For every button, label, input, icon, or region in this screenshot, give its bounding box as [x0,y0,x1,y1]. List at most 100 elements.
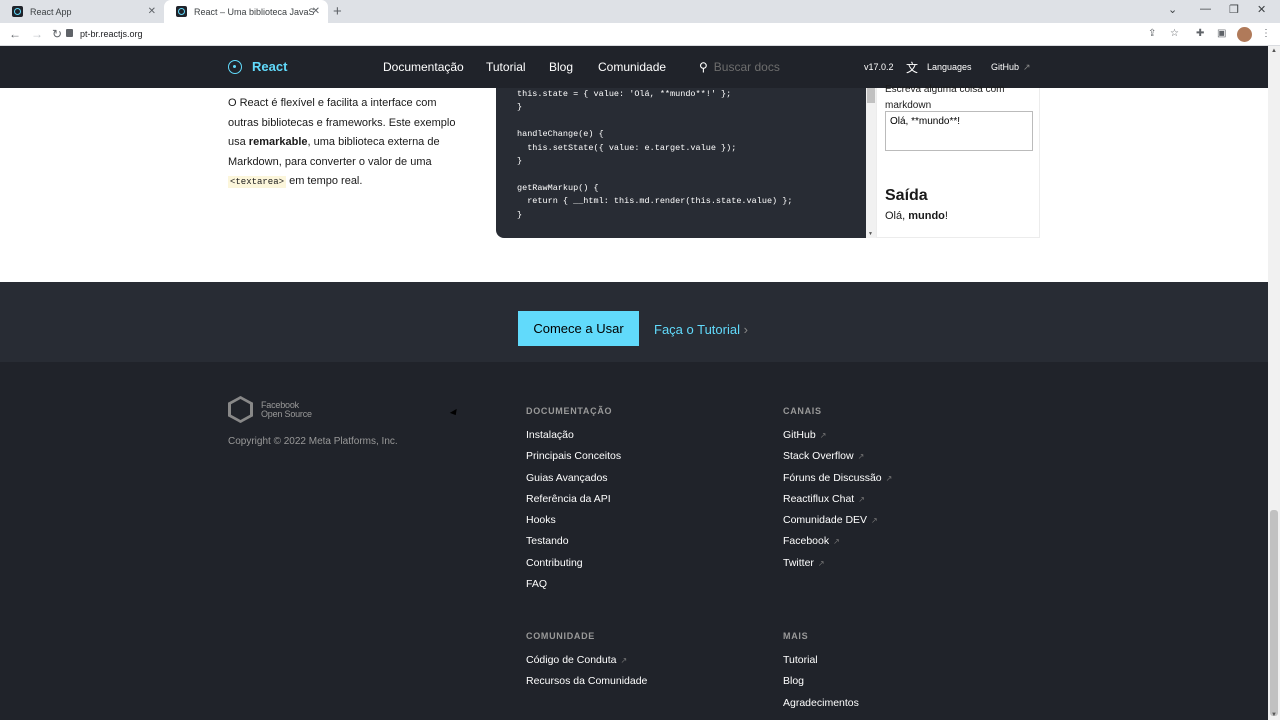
footer-link[interactable]: FAQ [526,574,621,595]
footer-list-mais: Tutorial Blog Agradecimentos [783,650,859,714]
tab-search-icon[interactable]: ⌄ [1168,3,1177,16]
footer-link[interactable]: Fóruns de Discussão ↗ [783,468,892,489]
browser-tab-react-app[interactable]: React App ✕ [0,0,164,23]
minimize-icon[interactable]: — [1200,3,1211,15]
lock-icon [66,29,73,37]
footer-link[interactable]: Stack Overflow ↗ [783,446,892,467]
react-favicon-icon [12,6,23,17]
footer-link[interactable]: Testando [526,531,621,552]
extensions-icon[interactable]: ✚ [1196,28,1204,39]
side-panel-icon[interactable]: ▣ [1217,28,1226,39]
footer-list-comunidade: Código de Conduta ↗ Recursos da Comunidade [526,650,647,693]
nav-blog[interactable]: Blog [549,60,573,74]
external-link-icon: ↗ [857,452,865,462]
desc-text: em tempo real. [286,175,363,187]
code-block[interactable]: this.state = { value: 'Olá, **mundo**!' … [496,88,868,222]
footer-link[interactable]: Recursos da Comunidade [526,671,647,692]
footer-heading-canais: CANAIS [783,406,822,416]
footer-link[interactable]: Instalação [526,425,621,446]
footer-heading-mais: MAIS [783,631,809,641]
external-link-icon: ↗ [819,431,827,440]
copyright: Copyright © 2022 Meta Platforms, Inc. [228,436,398,447]
markdown-input[interactable] [885,111,1033,151]
example-description: O React é flexível e facilita a interfac… [228,94,468,193]
footer-link[interactable]: GitHub ↗ [783,425,892,446]
close-icon[interactable]: ✕ [148,6,156,17]
version-link[interactable]: v17.0.2 [864,62,894,72]
footer-link[interactable]: Código de Conduta ↗ [526,650,647,671]
facebook-open-source-logo[interactable]: Facebook Open Source [228,396,312,423]
footer-link[interactable]: Referência da API [526,489,621,510]
tutorial-link[interactable]: Faça o Tutorial › [654,322,748,337]
external-link-icon: ↗ [817,558,825,568]
footer-link-label: Contributing [526,556,583,569]
url-field[interactable]: pt-br.reactjs.org [80,29,143,39]
output-end: ! [944,210,948,222]
code-scrollbar[interactable]: ▼ [866,88,876,238]
nav-documentacao[interactable]: Documentação [383,60,464,74]
translate-icon: 文 [906,61,919,75]
nav-comunidade[interactable]: Comunidade [598,60,666,74]
output-bold: mundo [908,210,945,222]
back-icon[interactable]: ← [9,27,21,41]
footer-link[interactable]: Facebook ↗ [783,531,892,552]
restore-icon[interactable]: ❐ [1229,3,1239,16]
external-link-icon: ↗ [871,516,878,526]
search-input[interactable]: ⚲ Buscar docs [699,60,780,74]
site-header: React Documentação Tutorial Blog Comunid… [0,46,1268,88]
footer-link-label: Código de Conduta [526,654,617,666]
tab-title: React App [30,6,72,17]
scroll-down-icon[interactable]: ▼ [868,231,873,237]
desc-bold: remarkable [248,136,308,148]
bookmark-star-icon[interactable]: ☆ [1170,28,1179,39]
languages-link[interactable]: Languages [927,62,972,72]
footer-link[interactable]: Hooks [526,510,621,531]
footer-link[interactable]: Agradecimentos [783,693,859,714]
brand-link[interactable]: React [228,59,287,74]
output-title: Saída [885,187,928,204]
footer-link[interactable]: Tutorial [783,650,859,671]
footer-link[interactable]: Comunidade DEV ↗ [783,510,892,531]
footer-link-label: FAQ [526,578,548,591]
window-close-icon[interactable]: ✕ [1257,3,1266,16]
external-link-icon: ↗ [833,537,840,547]
share-icon[interactable]: ⇪ [1148,28,1156,39]
footer-link[interactable]: Reactiflux Chat ↗ [783,489,892,510]
close-icon[interactable]: ✕ [312,6,320,17]
output-plain: Olá, [885,210,909,222]
tutorial-link-label: Faça o Tutorial [654,322,740,337]
footer-link-label: Testando [526,535,569,548]
github-link[interactable]: GitHub ↗ [991,62,1031,73]
get-started-button[interactable]: Comece a Usar [518,311,639,346]
footer-link[interactable]: Guias Avançados [526,468,621,489]
footer-link[interactable]: Principais Conceitos [526,446,621,467]
chevron-right-icon: › [743,322,748,337]
footer-link-label: Referência da API [526,492,611,505]
code-editor[interactable]: this.state = { value: 'Olá, **mundo**!' … [496,88,868,238]
scroll-up-icon[interactable]: ▲ [1271,48,1277,54]
footer-link-label: Blog [783,675,805,688]
footer-link[interactable]: Twitter ↗ [783,553,892,574]
footer-link-label: Stack Overflow [783,450,854,463]
menu-kebab-icon[interactable]: ⋮ [1261,28,1271,39]
profile-avatar[interactable] [1237,27,1252,42]
address-bar: ← → ↻ pt-br.reactjs.org ⇪ ☆ ✚ ▣ ⋮ [0,23,1280,46]
tab-title: React – Uma biblioteca JavaScript [194,6,314,17]
footer-link-label: Fóruns de Discussão [783,471,882,484]
new-tab-icon[interactable]: + [333,3,342,20]
nav-tutorial[interactable]: Tutorial [486,60,526,74]
footer-link-label: Reactiflux Chat [783,492,855,505]
footer-link-label: Principais Conceitos [526,450,622,463]
external-link-icon: ↗ [885,473,893,483]
browser-tab-react-docs[interactable]: React – Uma biblioteca JavaScript ✕ [164,0,328,23]
code-scrollbar-thumb[interactable] [867,88,875,103]
external-link-icon: ↗ [858,494,865,504]
footer-link[interactable]: Blog [783,671,859,692]
forward-icon[interactable]: → [31,27,43,41]
footer-link[interactable]: Contributing [526,553,621,574]
scroll-down-icon[interactable]: ▼ [1271,712,1277,718]
page-scrollbar-thumb[interactable] [1270,510,1278,716]
footer-link-label: Twitter [783,556,814,569]
reload-icon[interactable]: ↻ [52,27,62,41]
page-scrollbar[interactable]: ▲ ▼ [1268,46,1280,720]
